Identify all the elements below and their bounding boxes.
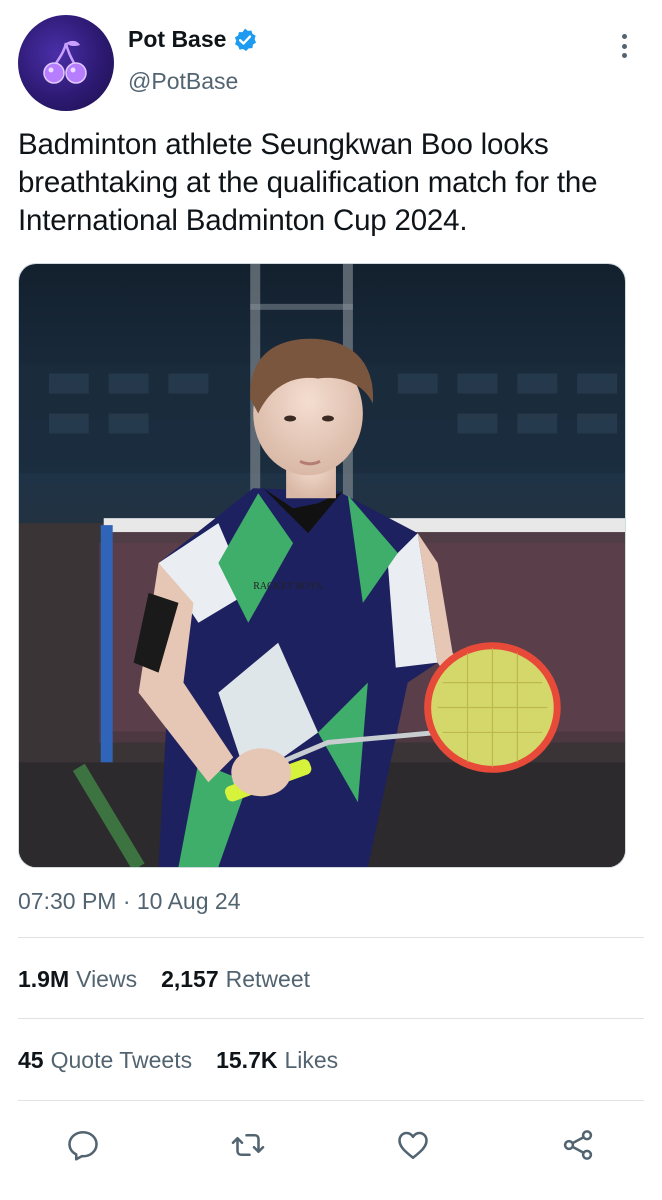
views-count: 1.9M: [18, 966, 70, 992]
jersey-text: RACKET BOYS.: [253, 581, 324, 592]
retweets-count: 2,157: [161, 966, 219, 992]
views-label: Views: [76, 966, 138, 992]
share-button[interactable]: [558, 1125, 598, 1165]
divider: [18, 1100, 644, 1101]
likes-count: 15.7K: [216, 1047, 278, 1073]
verified-badge-icon: [235, 28, 257, 51]
tweet-photo[interactable]: RACKET BOYS.: [18, 263, 626, 868]
tweet-text: Badminton athlete Seungkwan Boo looks br…: [18, 128, 598, 237]
retweet-icon: [231, 1133, 265, 1157]
display-name[interactable]: Pot Base: [128, 26, 226, 53]
tweet-header: Pot Base @PotBase: [0, 0, 662, 120]
account-handle[interactable]: @PotBase: [128, 68, 238, 95]
retweets-stat[interactable]: 2,157 Retweet: [161, 966, 310, 993]
views-stat: 1.9M Views: [18, 966, 137, 993]
quotes-label: Quote Tweets: [50, 1047, 193, 1073]
tweet-actions: [0, 1110, 662, 1180]
likes-stat[interactable]: 15.7K Likes: [216, 1047, 338, 1074]
more-options-icon[interactable]: [612, 32, 636, 60]
avatar[interactable]: [18, 15, 114, 111]
retweets-label: Retweet: [225, 966, 311, 992]
stats-row-2: 45 Quote Tweets 15.7K Likes: [18, 1047, 338, 1074]
like-button[interactable]: [393, 1125, 433, 1165]
name-row: Pot Base: [128, 26, 258, 53]
divider: [18, 1018, 644, 1019]
tweet-timestamp[interactable]: 07:30 PM · 10 Aug 24: [18, 888, 241, 915]
quotes-stat[interactable]: 45 Quote Tweets: [18, 1047, 192, 1074]
likes-label: Likes: [284, 1047, 339, 1073]
reply-button[interactable]: [63, 1125, 103, 1165]
quotes-count: 45: [18, 1047, 44, 1073]
retweet-button[interactable]: [228, 1125, 268, 1165]
stats-row-1: 1.9M Views 2,157 Retweet: [18, 966, 310, 993]
divider: [18, 937, 644, 938]
reply-icon: [68, 1130, 98, 1161]
like-icon: [398, 1131, 428, 1160]
share-icon: [563, 1130, 593, 1160]
cherry-icon: [43, 40, 87, 84]
badminton-photo: RACKET BOYS.: [19, 264, 625, 867]
